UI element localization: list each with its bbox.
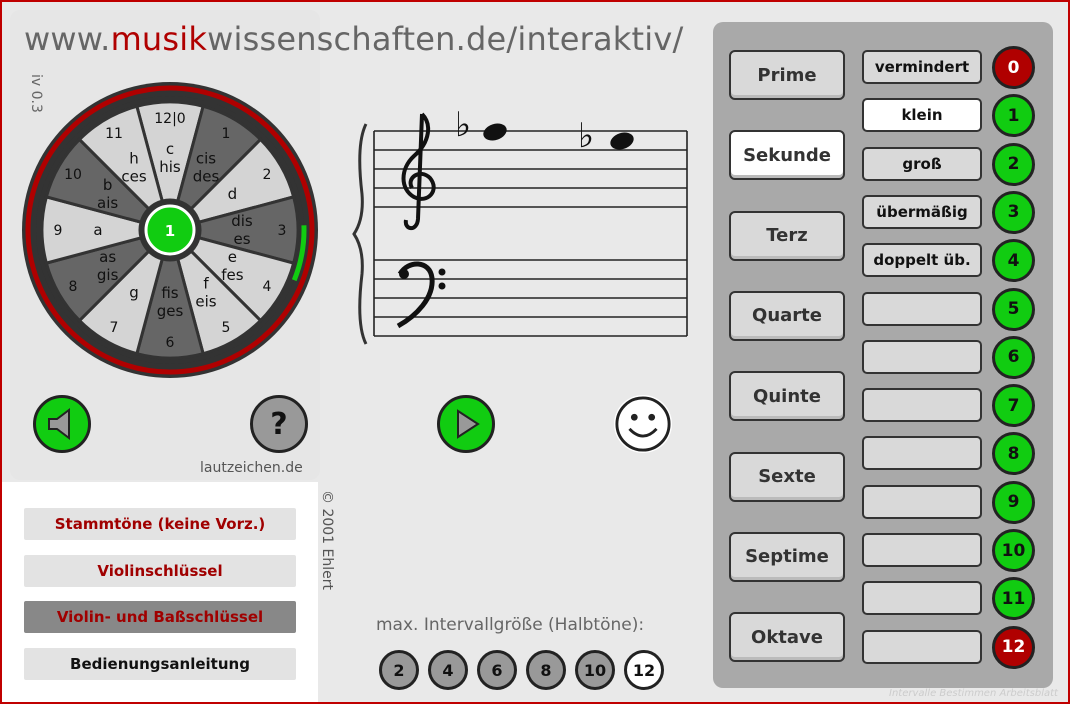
note-head xyxy=(483,123,507,141)
sector-pitch-name: dis xyxy=(231,212,253,230)
brace xyxy=(352,123,368,345)
play-button[interactable] xyxy=(437,395,495,453)
max-interval-option[interactable]: 10 xyxy=(575,650,615,690)
mode-button-stammtoene[interactable]: Stammtöne (keine Vorz.) xyxy=(24,508,296,540)
semitone-button[interactable]: 4 xyxy=(992,239,1035,283)
sector-pitch-name: as xyxy=(99,248,116,266)
site-url-header: www.musikwissenschaften.de/interaktiv/ xyxy=(24,20,684,58)
interval-button[interactable]: Prime xyxy=(729,50,845,100)
interval-button[interactable]: Quarte xyxy=(729,290,845,341)
quality-button[interactable] xyxy=(862,533,982,567)
semitone-button[interactable]: 1 xyxy=(992,94,1035,138)
sector-number: 6 xyxy=(166,335,175,351)
interval-button[interactable]: Oktave xyxy=(729,612,845,663)
smiley-icon xyxy=(615,396,671,452)
sector-pitch-name: eis xyxy=(195,292,216,310)
sector-pitch-name: ces xyxy=(121,168,146,186)
semitone-button[interactable]: 12 xyxy=(992,625,1035,669)
quality-button[interactable] xyxy=(862,629,982,664)
max-interval-option[interactable]: 12 xyxy=(624,650,664,690)
sector-number: 10 xyxy=(64,167,82,183)
interval-button[interactable]: Sekunde xyxy=(729,130,845,181)
feedback-smiley[interactable] xyxy=(614,395,672,453)
quality-button[interactable] xyxy=(862,388,982,423)
semitone-button[interactable]: 11 xyxy=(992,577,1035,621)
help-button[interactable]: ? xyxy=(250,395,308,453)
interval-button[interactable]: Quinte xyxy=(729,371,845,422)
sector-number: 8 xyxy=(69,279,78,295)
semitone-button[interactable]: 6 xyxy=(992,335,1035,379)
wheel-center-label: 1 xyxy=(165,222,175,240)
sector-pitch-name: c xyxy=(166,140,174,158)
sector-pitch-name: e xyxy=(228,248,237,266)
max-interval-option[interactable]: 2 xyxy=(379,650,419,690)
grand-staff: ♭ ♭ xyxy=(352,105,688,345)
sector-number: 1 xyxy=(222,126,231,142)
semitone-button[interactable]: 7 xyxy=(992,384,1035,428)
mode-button-violinschluessel[interactable]: Violinschlüssel xyxy=(24,555,296,587)
mode-button-violin-bass[interactable]: Violin- und Baßschlüssel xyxy=(24,601,296,633)
sector-number: 4 xyxy=(263,279,272,295)
footer-note: Intervalle Bestimmen Arbeitsblatt xyxy=(889,688,1058,699)
sector-pitch-name: es xyxy=(233,230,250,248)
sector-number: 3 xyxy=(278,223,287,239)
quality-button[interactable]: vermindert xyxy=(862,50,982,84)
sector-number: 12|0 xyxy=(154,111,185,127)
sector-number: 11 xyxy=(105,126,123,142)
interval-button[interactable]: Sexte xyxy=(729,451,845,502)
max-interval-option[interactable]: 6 xyxy=(477,650,517,690)
speaker-icon xyxy=(48,408,70,440)
semitone-button[interactable]: 5 xyxy=(992,287,1035,331)
sector-pitch-name: f xyxy=(203,274,209,292)
sector-pitch-name: ges xyxy=(157,302,184,320)
max-interval-option[interactable]: 8 xyxy=(526,650,566,690)
semitone-button[interactable]: 9 xyxy=(992,480,1035,524)
quality-button[interactable]: doppelt üb. xyxy=(862,243,982,278)
sector-number: 5 xyxy=(222,320,231,336)
quality-button[interactable] xyxy=(862,484,982,519)
app-frame: www.musikwissenschaften.de/interaktiv/ i… xyxy=(0,0,1070,704)
sector-pitch-name: fis xyxy=(161,284,178,302)
interval-button[interactable]: Terz xyxy=(729,210,845,261)
play-icon xyxy=(457,409,480,439)
lautzeichen-link[interactable]: lautzeichen.de xyxy=(200,460,303,476)
sector-number: 7 xyxy=(110,320,119,336)
quality-button[interactable]: groß xyxy=(862,146,982,181)
quality-button[interactable] xyxy=(862,339,982,374)
quality-button[interactable]: übermäßig xyxy=(862,194,982,229)
sector-pitch-name: fes xyxy=(221,266,244,284)
flat-icon: ♭ xyxy=(455,105,471,145)
quality-button[interactable]: klein xyxy=(862,98,982,133)
flat-icon: ♭ xyxy=(578,116,594,156)
note-head xyxy=(610,132,634,150)
quality-button[interactable] xyxy=(862,581,982,616)
sound-button[interactable] xyxy=(33,395,91,453)
semitone-button[interactable]: 10 xyxy=(992,529,1035,572)
manual-button[interactable]: Bedienungsanleitung xyxy=(24,648,296,680)
max-interval-option[interactable]: 4 xyxy=(428,650,468,690)
sector-pitch-name: gis xyxy=(97,266,119,284)
sector-number: 9 xyxy=(54,223,63,239)
pitch-wheel[interactable]: 12|0chis1cisdes 2d3dises4efes5feis6fisges… xyxy=(20,80,320,380)
sector-pitch-name: his xyxy=(159,158,181,176)
sector-pitch-name: g xyxy=(129,283,139,301)
sector-pitch-name: h xyxy=(129,150,139,168)
sector-pitch-name: cis xyxy=(196,150,216,168)
semitone-button[interactable]: 2 xyxy=(992,142,1035,186)
sector-pitch-name: a xyxy=(93,221,102,239)
sector-pitch-name: ais xyxy=(97,194,118,212)
quality-button[interactable] xyxy=(862,436,982,471)
semitone-button[interactable]: 0 xyxy=(992,46,1035,89)
max-interval-label: max. Intervallgröße (Halbtöne): xyxy=(376,615,645,635)
sector-pitch-name: d xyxy=(228,185,238,203)
interval-button[interactable]: Septime xyxy=(729,531,845,582)
sector-pitch-name: b xyxy=(103,176,113,194)
sector-number: 2 xyxy=(263,167,272,183)
quality-button[interactable] xyxy=(862,291,982,326)
semitone-button[interactable]: 3 xyxy=(992,190,1035,234)
